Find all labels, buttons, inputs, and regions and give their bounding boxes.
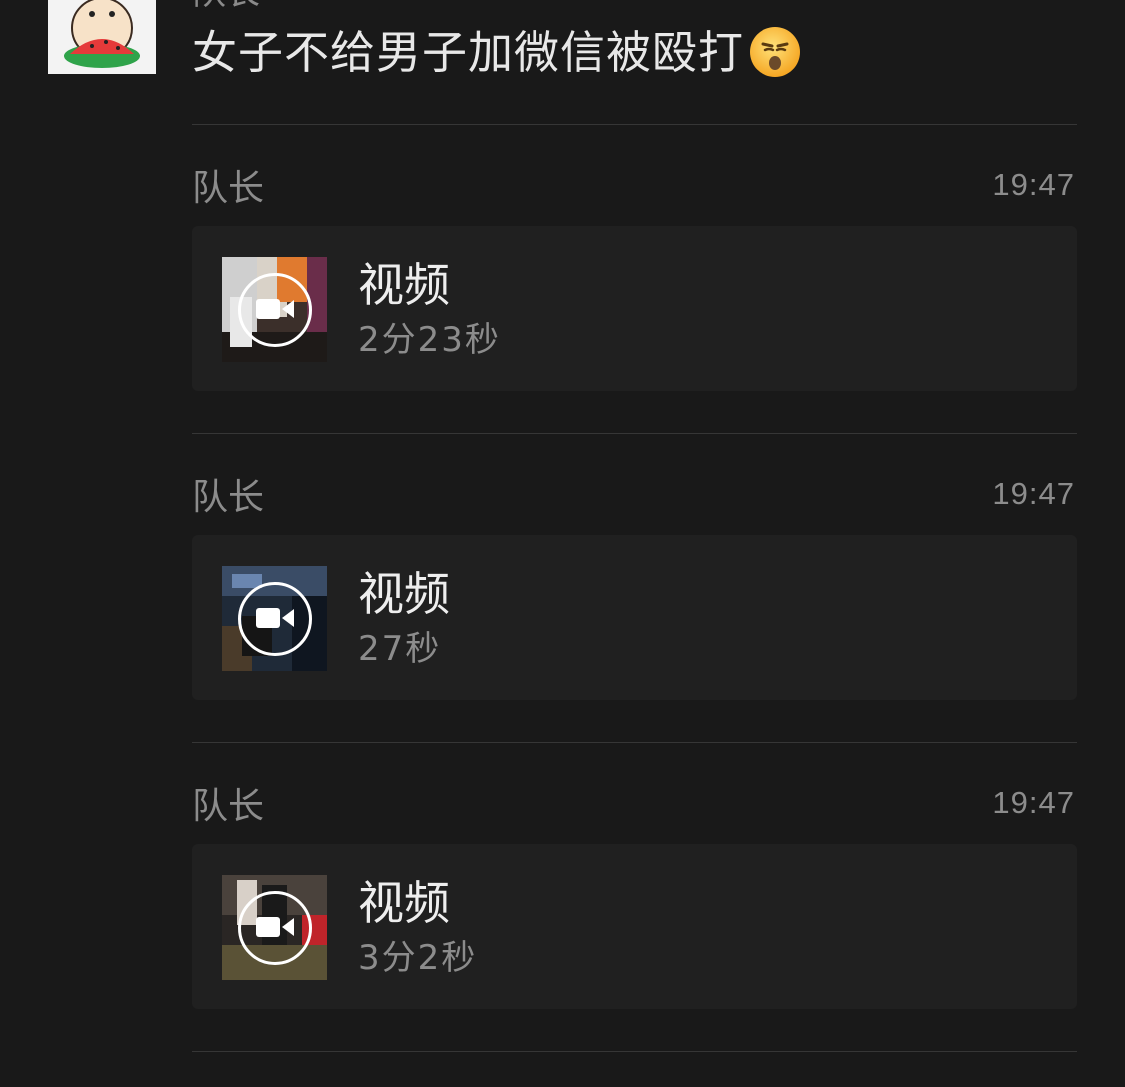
video-title: 视频	[358, 258, 450, 312]
video-duration: 3分2秒	[358, 938, 478, 978]
video-camera-icon	[256, 608, 294, 628]
divider	[192, 433, 1077, 434]
divider	[192, 1051, 1077, 1052]
avatar[interactable]	[48, 0, 156, 74]
message-sender[interactable]: 队长	[192, 169, 264, 209]
post-text: 女子不给男子加微信被殴打	[192, 24, 802, 82]
message-sender[interactable]: 队长	[192, 478, 264, 518]
message-sender[interactable]: 队长	[192, 787, 264, 827]
divider	[192, 124, 1077, 125]
video-title: 视频	[358, 567, 450, 621]
message-time: 19:47	[992, 785, 1075, 820]
video-duration: 2分23秒	[358, 320, 501, 360]
video-card[interactable]: 视频 2分23秒	[192, 226, 1077, 391]
divider	[192, 742, 1077, 743]
video-camera-icon	[256, 299, 294, 319]
message-time: 19:47	[992, 167, 1075, 202]
message-time: 19:47	[992, 476, 1075, 511]
video-duration: 27秒	[358, 629, 442, 669]
video-thumbnail[interactable]	[222, 257, 327, 362]
post-author[interactable]: 队长	[192, 0, 260, 10]
post-text-content: 女子不给男子加微信被殴打	[192, 26, 745, 79]
video-card[interactable]: 视频 27秒	[192, 535, 1077, 700]
video-card[interactable]: 视频 3分2秒	[192, 844, 1077, 1009]
kissing-face-emoji-icon	[748, 25, 802, 79]
video-thumbnail[interactable]	[222, 566, 327, 671]
video-title: 视频	[358, 876, 450, 930]
video-camera-icon	[256, 917, 294, 937]
video-thumbnail[interactable]	[222, 875, 327, 980]
